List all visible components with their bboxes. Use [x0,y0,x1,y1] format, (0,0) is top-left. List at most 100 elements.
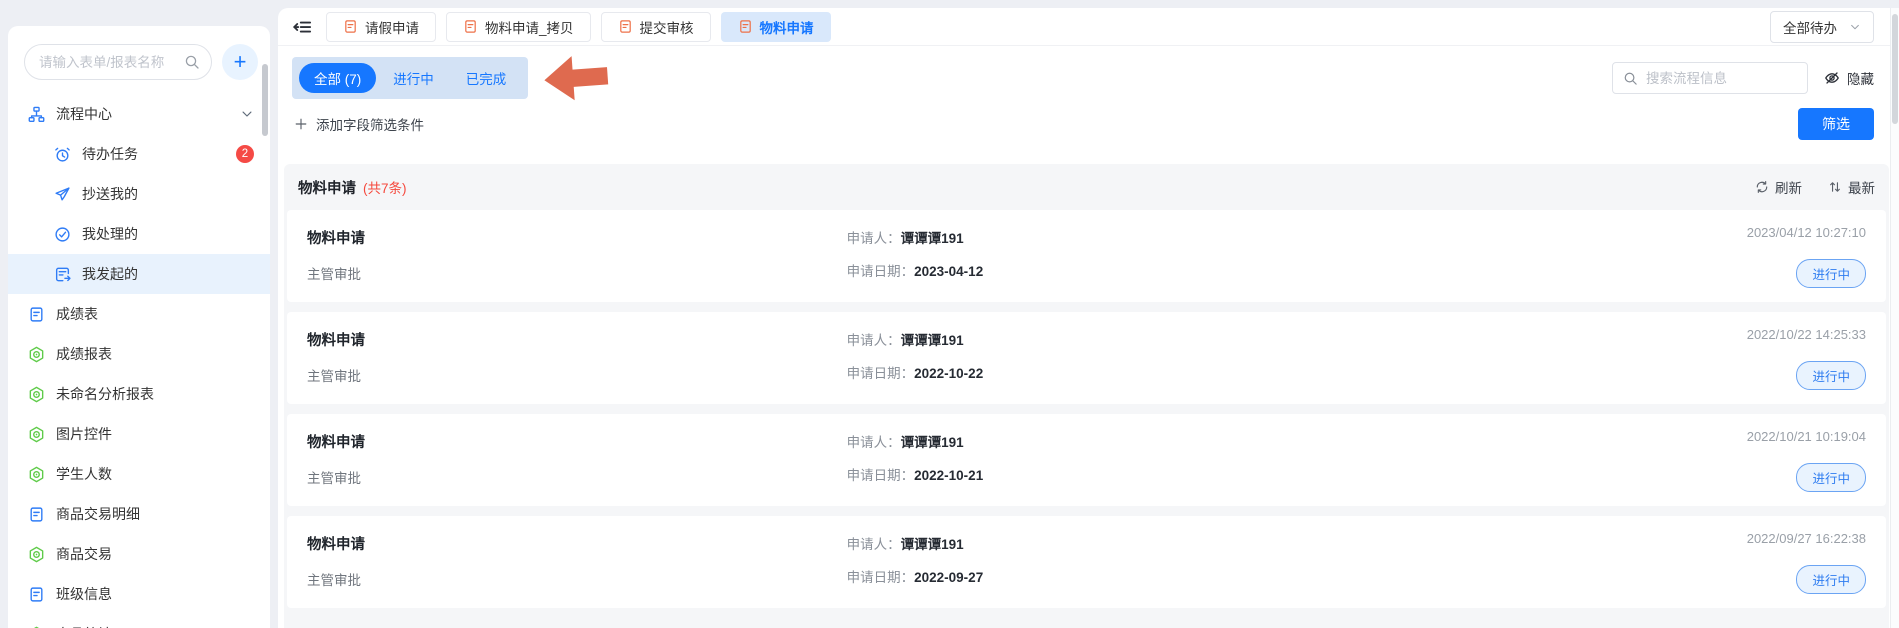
date-value: 2022-09-27 [914,570,983,585]
process-list-section: 物料申请 (共7条) 刷新 最新 物料申请主管审批申请人：谭谭谭191申请日期：… [284,164,1889,628]
sidebar-nav: 流程中心待办任务2 抄送我的我处理的我发起的成绩表成绩报表未命名分析报表图片控件学… [8,94,270,628]
status-badge[interactable]: 进行中 [1796,463,1866,492]
tab[interactable]: 物料申请 [721,12,831,42]
sort-icon [1828,180,1842,194]
page-scrollbar[interactable] [1890,8,1899,628]
refresh-button[interactable]: 刷新 [1755,177,1802,197]
condition-row: 添加字段筛选条件 筛选 [278,108,1890,150]
applicant-value: 谭谭谭191 [901,435,964,450]
applicant-label: 申请人： [847,333,901,348]
chevron-down-icon[interactable] [240,107,254,121]
status-badge[interactable]: 进行中 [1796,259,1866,288]
plus-icon [294,117,308,131]
chevron-down-icon [1849,21,1861,33]
hide-label: 隐藏 [1847,68,1874,88]
sidebar-item[interactable]: 我发起的 [8,254,270,294]
document-icon [618,19,633,34]
sidebar-item-label: 商品交易 [56,544,112,564]
sidebar-item[interactable]: 成绩表 [8,294,270,334]
row-timestamp: 2023/04/12 10:27:10 [1747,225,1866,240]
collapse-tabs-icon[interactable] [292,17,312,37]
add-filter-condition-button[interactable]: 添加字段筛选条件 [294,114,424,134]
tab-label: 物料申请 [760,17,814,37]
process-row[interactable]: 物料申请主管审批申请人：谭谭谭191申请日期：2022-09-272022/09… [287,516,1886,608]
sidebar-item[interactable]: 流程中心 [8,94,270,134]
status-segment[interactable]: 全部 (7) [299,63,376,93]
process-row[interactable]: 物料申请主管审批申请人：谭谭谭191申请日期：2022-10-222022/10… [287,312,1886,404]
sidebar-item[interactable]: 成绩报表 [8,334,270,374]
row-title: 物料申请 [307,329,1866,350]
row-title: 物料申请 [307,431,1866,452]
list-title: 物料申请 [298,177,356,198]
tab-list: 请假申请 物料申请_拷贝提交审核 物料申请 [326,12,1770,42]
form-icon [28,306,45,323]
row-details: 申请人：谭谭谭191申请日期：2022-10-22 [847,329,984,382]
sidebar-scrollbar[interactable] [262,64,268,136]
todo-filter-value: 全部待办 [1783,17,1837,37]
list-count: (共7条) [363,177,407,197]
eye-off-icon [1824,70,1840,86]
tab[interactable]: 提交审核 [601,12,711,42]
process-search-box [1612,62,1808,94]
report-icon [28,466,45,483]
date-label: 申请日期： [847,264,915,279]
sitemap-icon [28,106,45,123]
sidebar-item[interactable]: 商品交易明细 [8,494,270,534]
tab[interactable]: 物料申请_拷贝 [446,12,591,42]
status-segment[interactable]: 已完成 [451,63,522,93]
refresh-label: 刷新 [1775,177,1802,197]
process-row[interactable]: 物料申请主管审批申请人：谭谭谭191申请日期：2023-04-122023/04… [287,210,1886,302]
sidebar-item[interactable]: 待办任务2 [8,134,270,174]
date-label: 申请日期： [847,366,915,381]
sidebar-item[interactable]: 抄送我的 [8,174,270,214]
filter-button[interactable]: 筛选 [1798,108,1874,140]
sidebar-item-label: 商品交易明细 [56,504,140,524]
page-scrollbar-thumb[interactable] [1892,14,1898,124]
alarm-icon [54,146,71,163]
status-segment[interactable]: 进行中 [378,63,449,93]
tab-bar: 请假申请 物料申请_拷贝提交审核 物料申请 全部待办 [278,8,1890,46]
status-badge[interactable]: 进行中 [1796,565,1866,594]
row-title: 物料申请 [307,533,1866,554]
search-icon [184,54,200,70]
send-icon [54,186,71,203]
tab[interactable]: 请假申请 [326,12,436,42]
sidebar-item[interactable]: 商品交易 [8,534,270,574]
applicant-value: 谭谭谭191 [901,231,964,246]
sidebar-item-label: 我发起的 [82,264,138,284]
applicant-label: 申请人： [847,537,901,552]
row-step: 主管审批 [307,263,1866,283]
row-step: 主管审批 [307,365,1866,385]
form-icon [28,506,45,523]
hide-toggle[interactable]: 隐藏 [1824,68,1874,88]
process-row[interactable]: 物料申请主管审批申请人：谭谭谭191申请日期：2022-10-212022/10… [287,414,1886,506]
sidebar-item-label: 抄送我的 [82,184,138,204]
search-icon [1623,71,1638,86]
count-badge: 2 [236,145,254,163]
tab-label: 请假申请 [365,17,419,37]
sidebar-item[interactable]: 班级信息 [8,574,270,614]
date-value: 2022-10-21 [914,468,983,483]
sidebar-item[interactable]: 商品统计 [8,614,270,628]
sidebar-item[interactable]: 未命名分析报表 [8,374,270,414]
form-icon [28,586,45,603]
sidebar-item[interactable]: 我处理的 [8,214,270,254]
list-header: 物料申请 (共7条) 刷新 最新 [286,164,1887,210]
sort-latest-button[interactable]: 最新 [1828,177,1875,197]
date-label: 申请日期： [847,468,915,483]
sidebar-item[interactable]: 图片控件 [8,414,270,454]
report-icon [28,546,45,563]
sidebar-item[interactable]: 学生人数 [8,454,270,494]
sidebar-item-label: 班级信息 [56,584,112,604]
process-panel: 全部 (7)进行中已完成 隐藏 添加字段筛选条件 筛选 [278,46,1890,628]
add-form-button[interactable]: + [222,44,258,80]
check-icon [54,226,71,243]
status-badge[interactable]: 进行中 [1796,361,1866,390]
process-search-input[interactable] [1646,71,1797,86]
applicant-value: 谭谭谭191 [901,333,964,348]
refresh-icon [1755,180,1769,194]
sidebar-item-label: 成绩报表 [56,344,112,364]
sidebar-item-label: 成绩表 [56,304,98,324]
todo-filter-select[interactable]: 全部待办 [1770,11,1874,43]
sidebar-search-row: + [8,26,270,90]
